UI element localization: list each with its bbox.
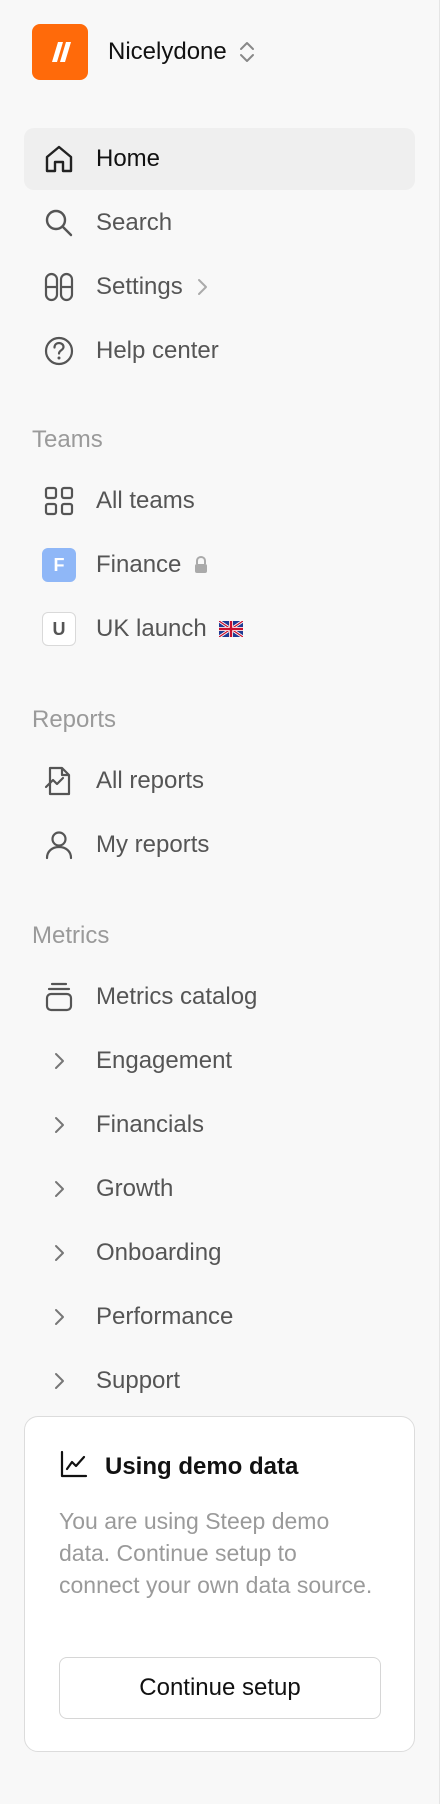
search-icon xyxy=(42,206,76,240)
team-badge-wrapper: F xyxy=(42,548,76,582)
demo-data-card: Using demo data You are using Steep demo… xyxy=(24,1416,415,1752)
team-badge-wrapper: U xyxy=(42,612,76,646)
nav-metric-group-performance[interactable]: Performance xyxy=(24,1286,415,1348)
nav-search[interactable]: Search xyxy=(24,192,415,254)
section-header-reports: Reports xyxy=(32,706,117,733)
help-circle-icon xyxy=(42,334,76,368)
nav-settings[interactable]: Settings xyxy=(24,256,415,318)
section-header-metrics: Metrics xyxy=(32,922,110,949)
chevron-right-icon xyxy=(42,1044,76,1078)
team-badge-finance: F xyxy=(42,548,76,582)
chevron-right-icon xyxy=(42,1364,76,1398)
nav-settings-label: Settings xyxy=(96,273,209,301)
line-chart-icon xyxy=(59,1449,89,1484)
nav-metric-group-label: Support xyxy=(96,1367,181,1394)
nav-metric-group-growth[interactable]: Growth xyxy=(24,1158,415,1220)
nav-metric-group-label: Financials xyxy=(96,1111,205,1138)
chevron-right-icon xyxy=(195,277,209,297)
demo-card-description: You are using Steep demo data. Continue … xyxy=(59,1508,373,1598)
home-icon xyxy=(42,142,76,176)
nav-home-label: Home xyxy=(96,145,161,172)
nav-home[interactable]: Home xyxy=(24,128,415,190)
chevron-right-icon xyxy=(42,1300,76,1334)
nav-all-reports-label: All reports xyxy=(96,767,205,794)
nav-finance-label: Finance xyxy=(96,551,209,579)
workspace-name: Nicelydone xyxy=(108,38,227,65)
nav-my-reports[interactable]: My reports xyxy=(24,814,415,876)
sidebar: Nicelydone Home Search Settings Help cen… xyxy=(0,0,440,1804)
nav-metric-group-support[interactable]: Support xyxy=(24,1350,415,1412)
nav-metric-group-label: Growth xyxy=(96,1175,174,1202)
chevron-right-icon xyxy=(42,1108,76,1142)
demo-card-header: Using demo data xyxy=(59,1449,298,1484)
nav-my-reports-label: My reports xyxy=(96,831,210,858)
team-badge-uk: U xyxy=(42,612,76,646)
nav-metric-group-label: Onboarding xyxy=(96,1239,222,1266)
nav-help-label: Help center xyxy=(96,337,219,364)
nav-metric-group-label: Engagement xyxy=(96,1047,233,1074)
stack-icon xyxy=(42,980,76,1014)
nav-help-center[interactable]: Help center xyxy=(24,320,415,382)
report-icon xyxy=(42,764,76,798)
nav-metric-group-onboarding[interactable]: Onboarding xyxy=(24,1222,415,1284)
user-icon xyxy=(42,828,76,862)
workspace-logo xyxy=(32,24,88,80)
nav-metric-group-financials[interactable]: Financials xyxy=(24,1094,415,1156)
continue-setup-button[interactable]: Continue setup xyxy=(59,1657,381,1719)
demo-card-title: Using demo data xyxy=(105,1452,299,1480)
workspace-switcher[interactable]: Nicelydone xyxy=(32,24,257,80)
chevron-updown-icon xyxy=(237,38,257,66)
nav-finance-text: Finance xyxy=(96,551,182,578)
grid-icon xyxy=(42,484,76,518)
nav-team-finance[interactable]: F Finance xyxy=(24,534,415,596)
nav-all-teams-label: All teams xyxy=(96,487,195,514)
nav-metrics-catalog-label: Metrics catalog xyxy=(96,983,258,1010)
settings-toggle-icon xyxy=(42,270,76,304)
section-header-teams: Teams xyxy=(32,426,103,453)
chevron-right-icon xyxy=(42,1172,76,1206)
nav-team-uk-launch[interactable]: U UK launch xyxy=(24,598,415,660)
nav-uk-label: UK launch xyxy=(96,615,243,643)
nav-settings-text: Settings xyxy=(96,273,183,300)
lock-icon xyxy=(193,555,209,575)
nav-all-reports[interactable]: All reports xyxy=(24,750,415,812)
nav-metric-group-engagement[interactable]: Engagement xyxy=(24,1030,415,1092)
uk-flag-icon xyxy=(218,621,243,637)
nav-metric-group-label: Performance xyxy=(96,1303,234,1330)
nav-all-teams[interactable]: All teams xyxy=(24,470,415,532)
nav-search-label: Search xyxy=(96,209,173,236)
chevron-right-icon xyxy=(42,1236,76,1270)
nav-metrics-catalog[interactable]: Metrics catalog xyxy=(24,966,415,1028)
nav-uk-text: UK launch xyxy=(96,615,207,642)
